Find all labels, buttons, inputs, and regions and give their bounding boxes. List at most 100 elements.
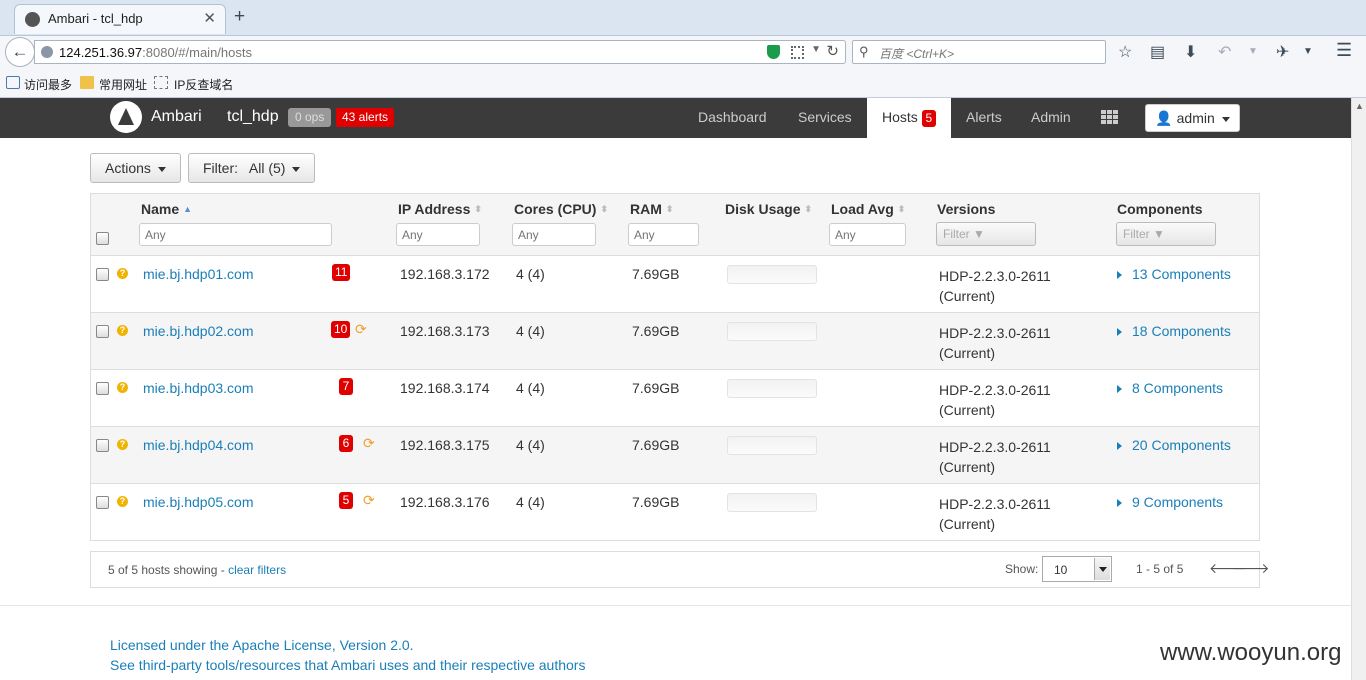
search-box[interactable]: ⚲ 百度 <Ctrl+K> [852,40,1106,64]
expand-arrow-icon [1117,385,1122,393]
reload-icon[interactable]: ↻ [826,42,839,60]
ambari-logo-icon[interactable] [110,101,142,133]
warning-status-icon[interactable]: ? [117,439,128,450]
row-checkbox[interactable] [96,268,109,281]
select-all-checkbox[interactable] [96,232,109,245]
alerts-badge[interactable]: 43 alerts [336,108,395,127]
tab-close-icon[interactable]: ✕ [203,9,216,27]
components-link[interactable]: 20 Components [1117,437,1231,453]
header-ram[interactable]: RAM ⬍ [630,201,673,217]
page-icon [154,76,168,89]
host-alerts-badge[interactable]: 7 [339,378,353,395]
history-dropdown-icon[interactable]: ▼ [811,44,821,55]
qr-code-icon[interactable] [791,46,804,59]
components-link[interactable]: 18 Components [1117,323,1231,339]
expand-arrow-icon [1117,271,1122,279]
actions-button[interactable]: Actions [90,153,181,183]
row-checkbox[interactable] [96,439,109,452]
version-state: (Current) [939,402,996,418]
versions-filter-button[interactable]: Filter ▼ [936,222,1036,246]
header-disk-usage[interactable]: Disk Usage ⬍ [725,201,812,217]
header-name[interactable]: Name ▲ [141,201,192,217]
components-filter-button[interactable]: Filter ▼ [1116,222,1216,246]
restart-required-icon[interactable]: ⟳ [355,321,367,338]
header-ip[interactable]: IP Address ⬍ [398,201,482,217]
bookmarks-list-icon[interactable]: ▤ [1150,42,1165,62]
clear-filters-link[interactable]: clear filters [228,563,286,577]
header-cores[interactable]: Cores (CPU) ⬍ [514,201,608,217]
version-state: (Current) [939,459,996,475]
nav-admin[interactable]: Admin [1031,109,1071,125]
addon-dropdown-icon[interactable]: ▼ [1303,46,1313,57]
address-bar[interactable]: 124.251.36.97:8080/#/main/hosts ▼ ↻ [34,40,846,64]
sort-icon: ⬍ [474,204,482,214]
cluster-name[interactable]: tcl_hdp [227,108,279,126]
user-menu-button[interactable]: 👤 admin [1145,104,1240,132]
chevron-down-icon [1221,116,1230,122]
components-link[interactable]: 8 Components [1117,380,1223,396]
ip-address: 192.168.3.172 [400,266,490,282]
pagination-range: 1 - 5 of 5 [1136,562,1184,576]
scroll-up-icon[interactable]: ▲ [1355,101,1364,111]
ip-filter-input[interactable] [396,223,480,246]
download-icon[interactable]: ⬇ [1184,42,1197,62]
row-checkbox[interactable] [96,325,109,338]
components-link[interactable]: 9 Components [1117,494,1223,510]
name-filter-input[interactable] [139,223,332,246]
third-party-link[interactable]: See third-party tools/resources that Amb… [110,657,585,673]
host-alerts-badge[interactable]: 6 [339,435,353,452]
bookmark-star-icon[interactable]: ☆ [1118,42,1132,62]
bookmark-common-sites[interactable]: 常用网址 [99,76,147,93]
funnel-icon: ▼ [1153,227,1165,241]
ram: 7.69GB [632,380,680,396]
views-grid-icon[interactable] [1101,110,1119,125]
nav-alerts[interactable]: Alerts [966,109,1002,125]
components-link[interactable]: 13 Components [1117,266,1231,282]
row-checkbox[interactable] [96,496,109,509]
host-name-link[interactable]: mie.bj.hdp03.com [143,380,254,396]
new-tab-icon[interactable]: + [234,6,245,28]
nav-services[interactable]: Services [798,109,852,125]
nav-dashboard[interactable]: Dashboard [698,109,767,125]
warning-status-icon[interactable]: ? [117,496,128,507]
most-visited-icon [6,76,20,89]
restart-required-icon[interactable]: ⟳ [363,435,375,452]
brand-name[interactable]: Ambari [151,108,202,126]
load-filter-input[interactable] [829,223,906,246]
addon-icon[interactable]: ✈ [1276,42,1289,62]
next-page-icon[interactable]: 🡒 [1232,560,1270,577]
version-name: HDP-2.2.3.0-2611 [939,382,1051,398]
ram-filter-input[interactable] [628,223,699,246]
host-name-link[interactable]: mie.bj.hdp02.com [143,323,254,339]
filter-button[interactable]: Filter: All (5) [188,153,316,183]
host-name-link[interactable]: mie.bj.hdp01.com [143,266,254,282]
license-link[interactable]: Licensed under the Apache License, Versi… [110,637,414,653]
host-name-link[interactable]: mie.bj.hdp04.com [143,437,254,453]
warning-status-icon[interactable]: ? [117,325,128,336]
host-alerts-badge[interactable]: 10 [331,321,351,338]
host-name-link[interactable]: mie.bj.hdp05.com [143,494,254,510]
ops-badge[interactable]: 0 ops [288,108,332,127]
host-alerts-badge[interactable]: 5 [339,492,353,509]
cores-filter-input[interactable] [512,223,596,246]
row-checkbox[interactable] [96,382,109,395]
divider [0,605,1351,606]
menu-icon[interactable]: ☰ [1336,40,1352,61]
undo-dropdown-icon[interactable]: ▼ [1248,46,1258,57]
undo-icon[interactable]: ↶ [1218,42,1231,62]
nav-hosts[interactable]: Hosts 5 [867,98,951,138]
warning-status-icon[interactable]: ? [117,382,128,393]
warning-status-icon[interactable]: ? [117,268,128,279]
security-shield-icon[interactable] [767,45,780,59]
page-size-select[interactable]: 10 [1042,556,1112,582]
page-scrollbar[interactable]: ▲ [1351,98,1366,680]
address-url[interactable]: 124.251.36.97:8080/#/main/hosts [59,45,252,60]
back-button[interactable]: ← [5,37,35,67]
host-alerts-badge[interactable]: 11 [332,264,351,281]
version-cell: HDP-2.2.3.0-2611 (Current) [939,266,1051,306]
bookmark-ip-lookup[interactable]: IP反查域名 [174,76,233,93]
header-load-avg[interactable]: Load Avg ⬍ [831,201,905,217]
browser-tab[interactable]: Ambari - tcl_hdp ✕ [14,4,226,34]
restart-required-icon[interactable]: ⟳ [363,492,375,509]
bookmark-most-visited[interactable]: 访问最多 [24,76,72,93]
